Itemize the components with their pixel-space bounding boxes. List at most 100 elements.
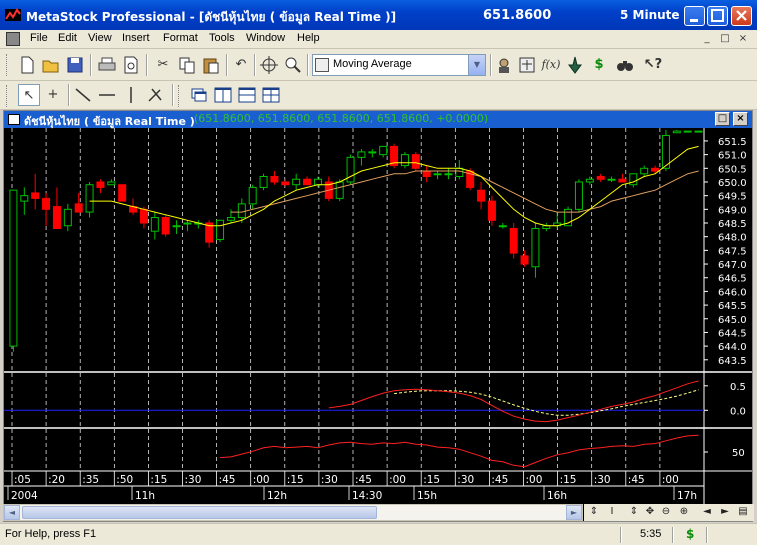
candle-body <box>477 189 486 202</box>
explorer-icon[interactable] <box>564 54 586 76</box>
close-icon <box>736 10 747 21</box>
zoom-icon[interactable] <box>282 54 304 76</box>
indicator-select[interactable]: Moving Average ▼ <box>312 54 486 76</box>
horizontal-scrollbar[interactable]: ◄ ► <box>3 504 583 521</box>
help-icon[interactable]: ↖? <box>642 54 664 76</box>
candle-body <box>498 225 507 228</box>
save-icon[interactable] <box>64 54 86 76</box>
menu-help[interactable]: Help <box>297 32 320 44</box>
copy-icon[interactable] <box>176 54 198 76</box>
tile-horizontal-icon[interactable] <box>236 84 258 106</box>
horizontal-line-icon[interactable] <box>96 84 118 106</box>
vertical-scroll-icon[interactable]: ⇕ <box>627 505 641 519</box>
y-tick-label: 649.0 <box>718 205 747 216</box>
scale-icon[interactable]: ⇕ <box>587 505 601 519</box>
date-label: 11h <box>135 490 155 502</box>
toolbar-separator <box>68 84 70 106</box>
x-tick-label: :15 <box>560 474 577 486</box>
print-icon[interactable] <box>96 54 118 76</box>
x-tick-label: :05 <box>14 474 31 486</box>
crosshair-icon[interactable] <box>258 54 280 76</box>
mdi-close-button[interactable]: × <box>736 33 750 46</box>
system-tester-icon[interactable] <box>516 54 538 76</box>
tile-grid-icon[interactable] <box>260 84 282 106</box>
chart-close-button[interactable]: × <box>733 112 748 126</box>
new-icon[interactable] <box>16 54 38 76</box>
candle-body <box>585 178 594 183</box>
candle-body <box>259 176 268 188</box>
chevron-down-icon[interactable]: ▼ <box>468 55 485 75</box>
toolbar-separator <box>172 84 174 106</box>
menu-tools[interactable]: Tools <box>209 32 235 44</box>
y-tick-label: 647.0 <box>718 260 747 271</box>
status-help-text: For Help, press F1 <box>5 528 97 540</box>
cursor-icon[interactable]: I <box>605 505 619 519</box>
trendline-icon[interactable] <box>72 84 94 106</box>
dollar-icon[interactable]: $ <box>588 54 610 76</box>
candle-body <box>455 167 464 178</box>
menu-view[interactable]: View <box>88 32 112 44</box>
mdi-restore-button[interactable]: □ <box>718 33 732 46</box>
menu-window[interactable]: Window <box>246 32 285 44</box>
status-time: 5:35 <box>640 528 662 540</box>
open-icon[interactable] <box>40 54 62 76</box>
status-separator <box>620 527 622 543</box>
tools-icon[interactable] <box>144 84 166 106</box>
menu-file[interactable]: File <box>30 32 48 44</box>
undo-icon[interactable]: ↶ <box>230 54 252 76</box>
crosshair-tool-icon[interactable]: + <box>42 84 64 106</box>
chart-restore-button[interactable]: □ <box>715 112 730 126</box>
expert-icon[interactable] <box>493 54 515 76</box>
candle-body <box>618 178 627 183</box>
toolbar-separator <box>307 54 309 76</box>
y-tick-label: 644.0 <box>718 342 747 353</box>
candle-body <box>96 181 105 188</box>
tile-vertical-icon[interactable] <box>212 84 234 106</box>
y-tick-label: 645.5 <box>718 301 747 312</box>
move-icon[interactable]: ✥ <box>643 505 657 519</box>
print-preview-icon[interactable] <box>120 54 142 76</box>
scroll-right-icon[interactable]: ► <box>566 505 582 520</box>
price-chart[interactable]: 651.5 651.0 650.5 650.0 649.5 649.0 648.5 648.0… <box>4 128 752 504</box>
maximize-button[interactable] <box>707 6 728 26</box>
toolbar-grip[interactable] <box>178 85 181 107</box>
toolbar-separator <box>254 54 256 76</box>
menu-insert[interactable]: Insert <box>122 32 150 44</box>
menu-format[interactable]: Format <box>163 32 198 44</box>
rsi-line <box>220 434 699 468</box>
scroll-thumb[interactable] <box>22 506 377 519</box>
chart-window-icon[interactable] <box>188 84 210 106</box>
candle-body <box>640 167 649 175</box>
zoom-out-icon[interactable]: ⊖ <box>659 505 673 519</box>
chart-doc-icon[interactable] <box>6 32 20 46</box>
mdi-minimize-button[interactable]: _ <box>700 33 714 46</box>
minimize-button[interactable] <box>684 6 705 26</box>
zoom-in-icon[interactable]: ⊕ <box>677 505 691 519</box>
candle-body <box>226 217 235 221</box>
prev-icon[interactable]: ◄ <box>700 505 714 519</box>
toolbar-grip[interactable] <box>6 54 9 76</box>
x-tick-label: :45 <box>628 474 645 486</box>
scroll-left-icon[interactable]: ◄ <box>4 505 20 520</box>
chart-nav-buttons: ⇕ I ⇕ ✥ ⊖ ⊕ ◄ ► ▤ <box>584 504 754 521</box>
status-dollar-icon: $ <box>686 527 695 541</box>
cut-icon[interactable]: ✂ <box>152 54 174 76</box>
y-tick-label: 644.5 <box>718 328 747 339</box>
toolbar-grip[interactable] <box>6 85 9 107</box>
y-tick-label: 643.5 <box>718 356 747 367</box>
page-icon[interactable]: ▤ <box>736 505 750 519</box>
candle-body <box>487 200 496 221</box>
toolbar-separator <box>226 54 228 76</box>
binoculars-icon[interactable] <box>614 54 636 76</box>
paste-icon[interactable] <box>200 54 222 76</box>
candle-body <box>85 184 94 213</box>
candle-body <box>107 181 116 186</box>
pointer-icon[interactable]: ↖ <box>18 84 40 106</box>
vertical-line-icon[interactable] <box>120 84 142 106</box>
menu-edit[interactable]: Edit <box>58 32 77 44</box>
next-icon[interactable]: ► <box>718 505 732 519</box>
candle-body <box>139 208 148 224</box>
formula-icon[interactable]: f(x) <box>540 54 562 76</box>
close-button[interactable] <box>731 6 752 26</box>
candle-body <box>357 151 366 158</box>
